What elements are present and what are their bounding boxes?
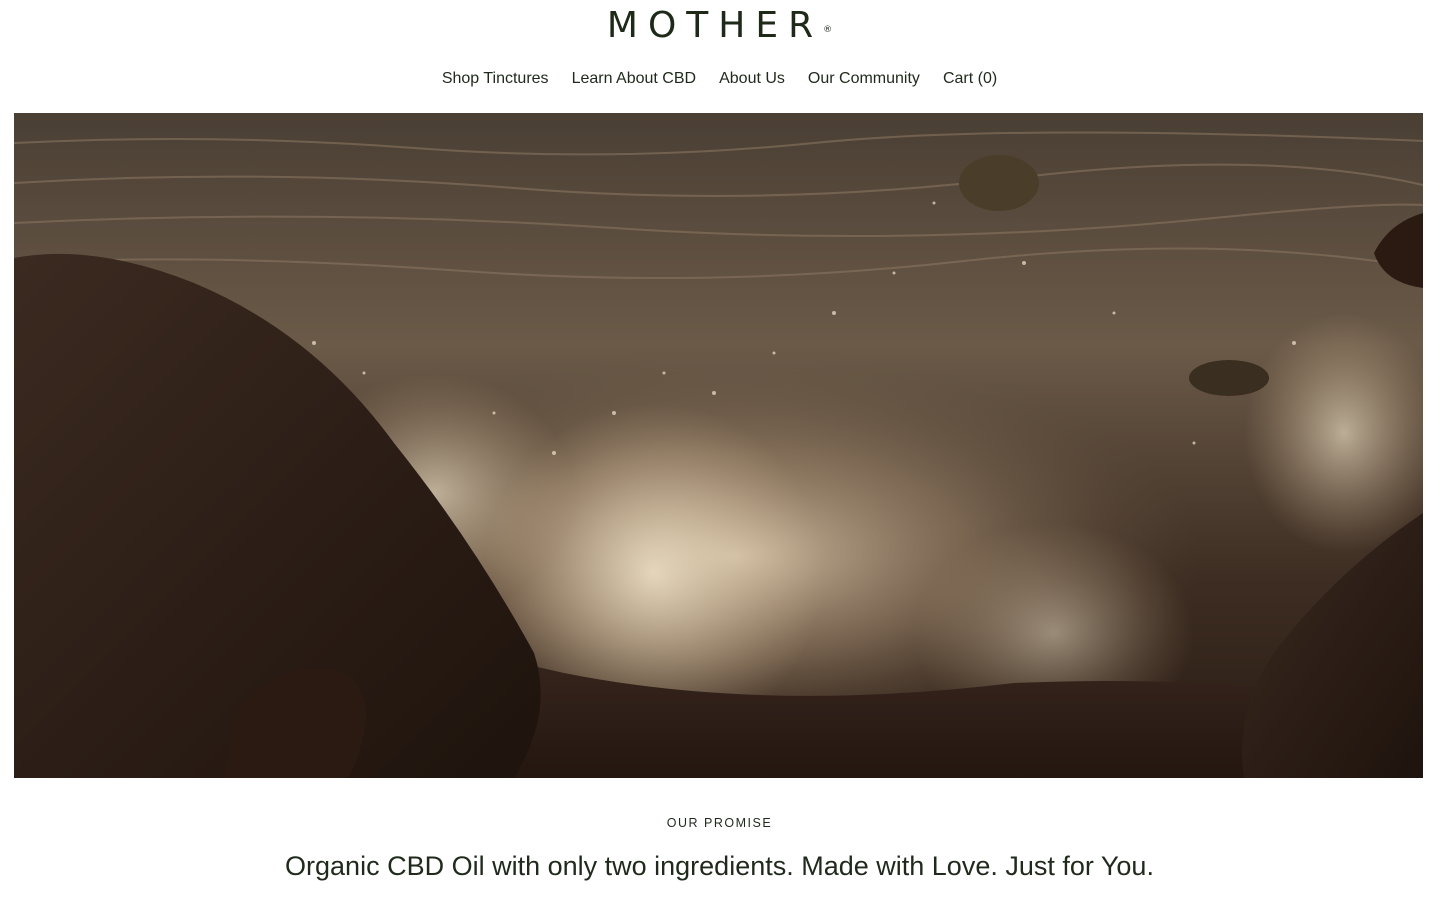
nav-learn-about-cbd[interactable]: Learn About CBD <box>572 68 697 90</box>
nav-cart[interactable]: Cart (0) <box>943 68 997 90</box>
promise-headline: Organic CBD Oil with only two ingredient… <box>285 851 1154 881</box>
nav-about-us[interactable]: About Us <box>719 68 785 90</box>
site-header: MOTHER® Shop Tinctures Learn About CBD A… <box>0 0 1439 113</box>
main-nav: Shop Tinctures Learn About CBD About Us … <box>0 68 1439 90</box>
brand-logo-text: MOTHER <box>606 5 824 46</box>
ocean-waves-crashing-rocks-image <box>14 113 1423 778</box>
registered-mark: ® <box>823 25 833 35</box>
promise-label: OUR PROMISE <box>666 816 773 830</box>
nav-our-community[interactable]: Our Community <box>808 68 920 90</box>
hero-image <box>14 113 1423 778</box>
nav-shop-tinctures[interactable]: Shop Tinctures <box>442 68 549 90</box>
brand-logo[interactable]: MOTHER® <box>0 4 1439 48</box>
